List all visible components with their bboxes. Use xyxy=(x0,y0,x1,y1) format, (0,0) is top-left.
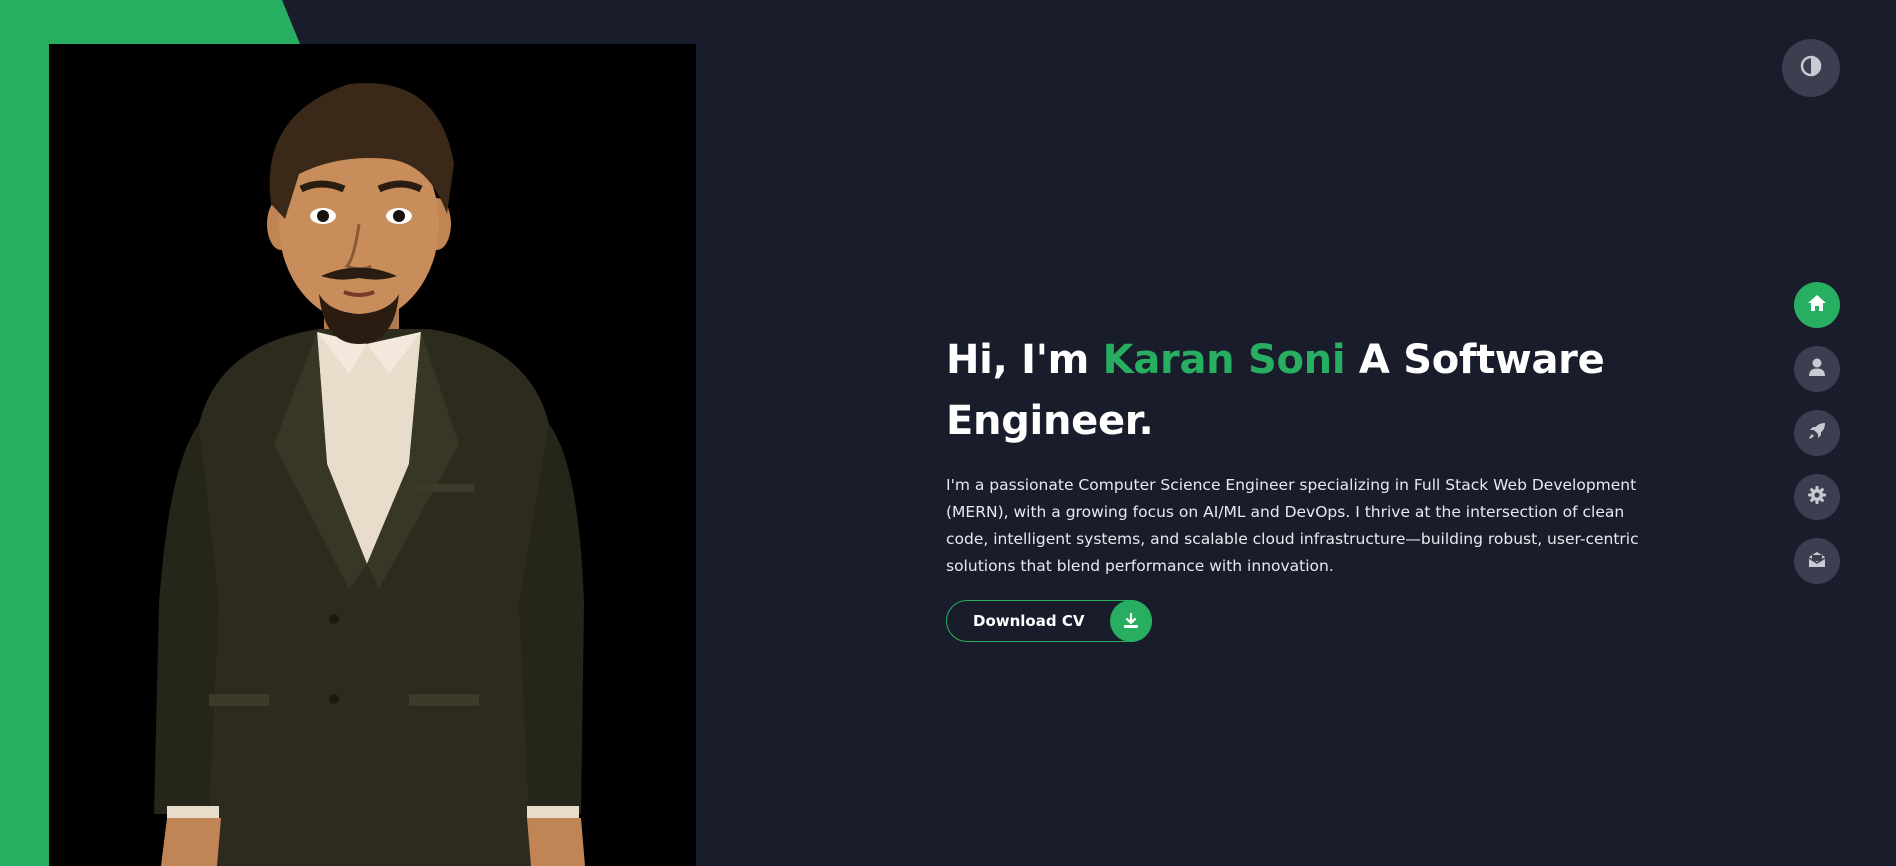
hero-heading: Hi, I'm Karan Soni A Software Engineer. xyxy=(946,330,1666,452)
hero-greeting: Hi, I'm xyxy=(946,337,1090,383)
nav-about-button[interactable] xyxy=(1794,346,1840,392)
hero-description: I'm a passionate Computer Science Engine… xyxy=(946,476,1639,575)
nav-contact-button[interactable] xyxy=(1794,538,1840,584)
hero-name: Karan Soni xyxy=(1102,337,1346,383)
nav-skills-button[interactable] xyxy=(1794,474,1840,520)
download-icon xyxy=(1110,600,1153,642)
home-icon xyxy=(1806,292,1828,318)
rocket-icon xyxy=(1807,421,1827,445)
profile-portrait-image xyxy=(49,44,696,866)
side-navigation xyxy=(1794,282,1840,584)
theme-toggle-button[interactable] xyxy=(1782,39,1840,97)
user-icon xyxy=(1807,357,1827,381)
nav-home-button[interactable] xyxy=(1794,282,1840,328)
download-cv-button[interactable]: Download CV xyxy=(946,600,1153,642)
hero-section: Hi, I'm Karan Soni A Software Engineer. … xyxy=(946,330,1666,642)
half-circle-contrast-icon xyxy=(1800,55,1822,81)
envelope-open-icon xyxy=(1807,549,1827,573)
gear-icon xyxy=(1807,485,1827,509)
nav-projects-button[interactable] xyxy=(1794,410,1840,456)
download-cv-label: Download CV xyxy=(973,612,1085,630)
